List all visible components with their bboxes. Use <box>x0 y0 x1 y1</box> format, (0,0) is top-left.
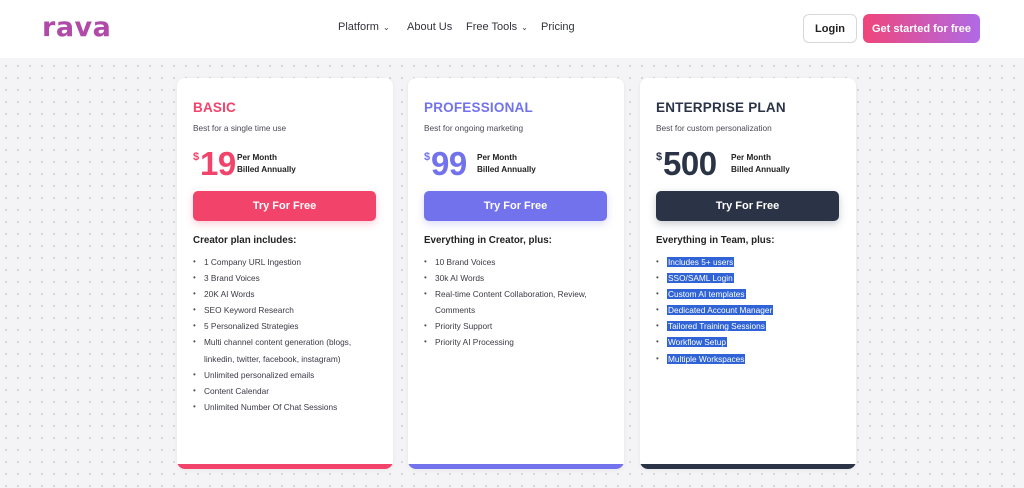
list-item: Includes 5+ users <box>656 254 846 270</box>
list-item: 1 Company URL Ingestion <box>193 254 383 270</box>
list-item: Real-time Content Collaboration, Review, <box>424 286 614 302</box>
billed-annually-label: Billed Annually <box>237 165 296 174</box>
list-item: SSO/SAML Login <box>656 270 846 286</box>
nav-about-us[interactable]: About Us <box>407 21 452 33</box>
nav-free-tools[interactable]: Free Tools ⌄ <box>466 21 528 33</box>
billing-period: Per Month Billed Annually <box>731 152 790 176</box>
plan-name: BASIC <box>193 100 237 115</box>
plan-description: Best for custom personalization <box>656 123 772 133</box>
includes-heading: Everything in Creator, plus: <box>424 235 552 246</box>
selected-text: Workflow Setup <box>667 337 727 348</box>
top-nav: rava Platform ⌄ About Us Free Tools ⌄ Pr… <box>0 0 1024 58</box>
billing-period: Per Month Billed Annually <box>237 152 296 176</box>
nav-about-label: About Us <box>407 21 453 33</box>
login-button[interactable]: Login <box>803 14 857 43</box>
feature-list: Includes 5+ users SSO/SAML Login Custom … <box>656 254 846 367</box>
nav-free-tools-label: Free Tools <box>466 21 518 33</box>
list-item: SEO Keyword Research <box>193 302 383 318</box>
selected-text: Dedicated Account Manager <box>667 305 774 316</box>
list-item: Workflow Setup <box>656 334 846 351</box>
get-started-button[interactable]: Get started for free <box>863 14 980 43</box>
accent-bar <box>177 464 393 469</box>
per-month-label: Per Month <box>731 153 772 162</box>
list-item: Multiple Workspaces <box>656 351 846 367</box>
includes-heading: Everything in Team, plus: <box>656 235 775 246</box>
accent-bar <box>408 464 624 469</box>
list-item: Dedicated Account Manager <box>656 302 846 318</box>
nav-platform[interactable]: Platform ⌄ <box>338 21 390 33</box>
per-month-label: Per Month <box>477 153 518 162</box>
list-item: Priority Support <box>424 318 614 334</box>
billed-annually-label: Billed Annually <box>731 165 790 174</box>
accent-bar <box>640 464 856 469</box>
list-item: Custom AI templates <box>656 286 846 302</box>
plan-name: ENTERPRISE PLAN <box>656 100 786 115</box>
currency-symbol: $ <box>193 151 200 163</box>
try-for-free-button[interactable]: Try For Free <box>424 191 607 221</box>
price-amount: 19 <box>200 145 236 182</box>
list-item: 3 Brand Voices <box>193 270 383 286</box>
plan-card-professional: PROFESSIONAL Best for ongoing marketing … <box>408 78 624 469</box>
list-item: Multi channel content generation (blogs, <box>193 334 383 350</box>
nav-pricing[interactable]: Pricing <box>541 21 575 33</box>
rava-logo[interactable]: rava <box>42 12 111 43</box>
nav-pricing-label: Pricing <box>541 21 575 33</box>
plan-card-basic: BASIC Best for a single time use $ 19 Pe… <box>177 78 393 469</box>
list-item: 30k AI Words <box>424 270 614 286</box>
plan-card-enterprise: ENTERPRISE PLAN Best for custom personal… <box>640 78 856 469</box>
currency-symbol: $ <box>656 151 663 163</box>
try-for-free-button[interactable]: Try For Free <box>656 191 839 221</box>
list-item: Unlimited personalized emails <box>193 367 383 383</box>
list-item: Content Calendar <box>193 383 383 399</box>
try-for-free-button[interactable]: Try For Free <box>193 191 376 221</box>
list-item: Comments <box>435 305 476 316</box>
selected-text: Multiple Workspaces <box>667 353 746 364</box>
plan-description: Best for ongoing marketing <box>424 123 524 133</box>
selected-text: Custom AI templates <box>667 289 746 300</box>
list-item: Priority AI Processing <box>424 334 614 350</box>
selected-text: SSO/SAML Login <box>667 273 734 284</box>
billed-annually-label: Billed Annually <box>477 165 536 174</box>
list-item: linkedin, twitter, facebook, instagram) <box>204 353 341 364</box>
chevron-down-icon: ⌄ <box>521 22 528 32</box>
list-item: Unlimited Number Of Chat Sessions <box>193 399 383 415</box>
list-item: 10 Brand Voices <box>424 254 614 270</box>
per-month-label: Per Month <box>237 153 278 162</box>
price-amount: 99 <box>431 145 467 182</box>
nav-platform-label: Platform <box>338 21 379 33</box>
feature-list: 10 Brand Voices 30k AI Words Real-time C… <box>424 254 614 351</box>
selected-text: Tailored Training Sessions <box>667 321 766 332</box>
includes-heading: Creator plan includes: <box>193 235 297 246</box>
feature-list: 1 Company URL Ingestion 3 Brand Voices 2… <box>193 254 383 415</box>
currency-symbol: $ <box>424 151 431 163</box>
plan-description: Best for a single time use <box>193 123 287 133</box>
billing-period: Per Month Billed Annually <box>477 152 536 176</box>
price-amount: 500 <box>663 145 717 182</box>
list-item: 20K AI Words <box>193 286 383 302</box>
chevron-down-icon: ⌄ <box>382 22 390 32</box>
selected-text: Includes 5+ users <box>667 257 735 267</box>
plan-name: PROFESSIONAL <box>424 100 533 115</box>
list-item: 5 Personalized Strategies <box>193 318 383 334</box>
list-item: Tailored Training Sessions <box>656 318 846 335</box>
